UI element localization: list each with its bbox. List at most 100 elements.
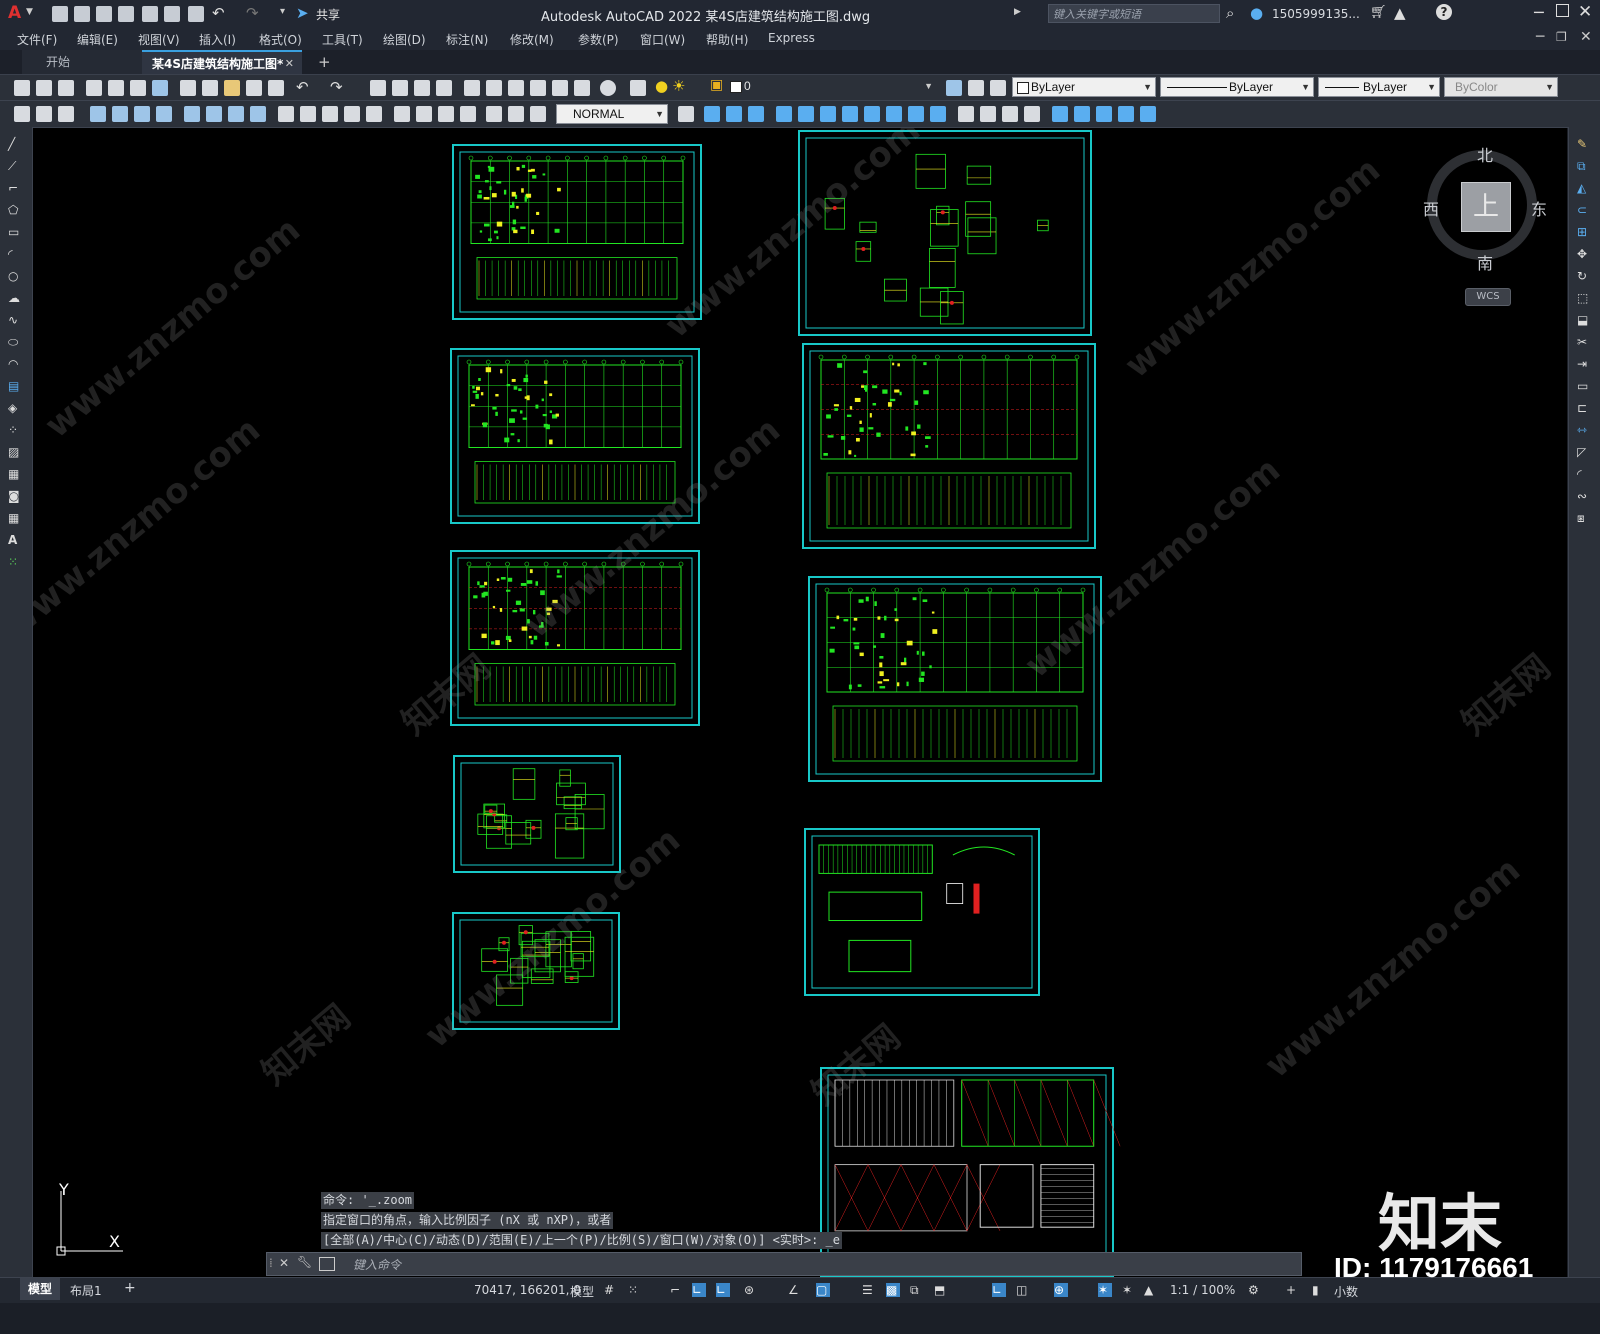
tab-start[interactable]: 开始 <box>22 50 152 74</box>
menu-view[interactable]: 视图(V) <box>138 31 180 48</box>
markup-icon[interactable] <box>552 80 568 96</box>
menu-express[interactable]: Express <box>768 31 815 45</box>
circle-icon[interactable]: ○ <box>8 269 24 285</box>
array-icon[interactable]: ⊞ <box>1577 225 1593 241</box>
drawing-sheet[interactable] <box>820 1067 1121 1277</box>
annotation-visibility-icon[interactable]: ✶ <box>1098 1283 1112 1297</box>
menu-format[interactable]: 格式(O) <box>259 31 302 48</box>
menu-parametric[interactable]: 参数(P) <box>578 31 619 48</box>
conceptual-style-icon[interactable] <box>1024 106 1040 122</box>
solid-wedge-icon[interactable] <box>726 106 742 122</box>
ucs-icon[interactable] <box>1052 106 1068 122</box>
quick-dim-icon[interactable] <box>278 106 294 122</box>
layout-tab-model[interactable]: 模型 <box>20 1278 61 1300</box>
new-tab-button[interactable]: + <box>318 53 331 71</box>
menu-edit[interactable]: 编辑(E) <box>77 31 118 48</box>
minimize-icon[interactable]: ─ <box>1534 3 1544 22</box>
hatch-icon[interactable]: ▨ <box>8 445 24 461</box>
realistic-style-icon[interactable] <box>1002 106 1018 122</box>
design-center-icon[interactable] <box>486 80 502 96</box>
jogged-linear-icon[interactable] <box>460 106 476 122</box>
undo-icon[interactable]: ↶ <box>212 4 225 22</box>
break-icon[interactable]: ⊏ <box>1577 401 1593 417</box>
layer-on-icon[interactable]: ● <box>655 77 668 95</box>
save-icon[interactable] <box>58 80 74 96</box>
dim-space-icon[interactable] <box>344 106 360 122</box>
dynamic-ucs-icon[interactable]: ∟ <box>992 1283 1006 1297</box>
drawing-sheet[interactable] <box>450 348 700 524</box>
autodesk-app-icon[interactable]: ▲ <box>1394 4 1406 22</box>
insert-block-icon[interactable]: ▤ <box>8 379 24 395</box>
erase-icon[interactable]: ✎ <box>1577 137 1593 153</box>
baseline-dim-icon[interactable] <box>300 106 316 122</box>
redo-icon[interactable]: ↷ <box>330 78 343 96</box>
lineweight-dropdown[interactable]: ByLayer ▼ <box>1318 77 1440 97</box>
intersect-icon[interactable] <box>930 106 946 122</box>
wcs-menu-button[interactable]: WCS <box>1465 288 1511 306</box>
compass-west[interactable]: 西 <box>1423 196 1439 220</box>
viewcube-top-face[interactable]: 上 <box>1461 182 1511 232</box>
copy-object-icon[interactable]: ⧉ <box>1577 159 1593 175</box>
layout-tab-layout1[interactable]: 布局1 <box>70 1282 102 1299</box>
make-current-layer-icon[interactable] <box>946 80 962 96</box>
ucs-face-icon[interactable] <box>1096 106 1112 122</box>
infer-constraints-icon[interactable]: ⌐ <box>670 1283 684 1297</box>
stretch-icon[interactable]: ⬓ <box>1577 313 1593 329</box>
transparency-icon[interactable]: ▩ <box>886 1283 900 1297</box>
command-input[interactable] <box>351 1256 1315 1274</box>
diameter-dim-icon[interactable] <box>228 106 244 122</box>
loft-icon[interactable] <box>842 106 858 122</box>
command-grip-icon[interactable]: ⁞ <box>269 1256 273 1270</box>
polar-tracking-icon[interactable]: ∟ <box>716 1283 730 1297</box>
drawing-sheet[interactable] <box>450 550 700 726</box>
menu-window[interactable]: 窗口(W) <box>640 31 685 48</box>
blend-curves-icon[interactable]: ∾ <box>1577 489 1593 505</box>
open-icon[interactable] <box>36 80 52 96</box>
dim-update-icon[interactable] <box>530 106 546 122</box>
compass-north[interactable]: 北 <box>1477 142 1493 166</box>
compass-east[interactable]: 东 <box>1531 196 1547 220</box>
layer-dropdown[interactable]: 0 ▼ <box>726 77 936 97</box>
quickcalc-icon[interactable] <box>574 80 590 96</box>
sheet-set-icon[interactable] <box>530 80 546 96</box>
properties-icon[interactable] <box>464 80 480 96</box>
text-style-icon[interactable] <box>14 106 30 122</box>
table-style-icon[interactable] <box>58 106 74 122</box>
drawing-sheet[interactable] <box>804 828 1040 996</box>
continue-dim-icon[interactable] <box>322 106 338 122</box>
model-space-toggle[interactable]: 模型 <box>570 1283 594 1300</box>
open-web-icon[interactable] <box>142 6 158 22</box>
polyline-icon[interactable]: ⌐ <box>8 181 24 197</box>
compass-south[interactable]: 南 <box>1477 250 1493 274</box>
workspace-gear-icon[interactable]: ⚙ <box>1248 1283 1262 1297</box>
drawing-sheet[interactable] <box>802 343 1096 549</box>
arc-icon[interactable]: ◜ <box>8 247 24 263</box>
annotation-scale-icon[interactable]: ▲ <box>1144 1283 1158 1297</box>
grid-icon[interactable]: # <box>604 1283 618 1297</box>
selection-filter-icon[interactable]: ◫ <box>1016 1283 1030 1297</box>
customize-icon[interactable]: 🔧︎ <box>297 1255 312 1269</box>
dim-style-dropdown[interactable]: NORMAL ▼ <box>556 104 668 124</box>
maximize-icon[interactable] <box>1556 4 1569 17</box>
search-expand-icon[interactable]: ▶ <box>1014 7 1021 17</box>
gradient-icon[interactable]: ▦ <box>8 467 24 483</box>
model-space-canvas[interactable]: 上 北 南 西 东 WCS Y X www.znzmo.com www.znzm… <box>33 128 1567 1278</box>
hidden-style-icon[interactable] <box>980 106 996 122</box>
snap-icon[interactable]: ⁙ <box>628 1283 642 1297</box>
plot-icon[interactable] <box>188 6 204 22</box>
construction-line-icon[interactable]: ⟋ <box>8 159 24 175</box>
units-value[interactable]: 小数 <box>1334 1283 1358 1300</box>
menu-help[interactable]: 帮助(H) <box>706 31 748 48</box>
gizmo-icon[interactable]: ⊕ <box>1054 1283 1068 1297</box>
doc-minimize-icon[interactable]: ─ <box>1536 29 1544 45</box>
save-web-icon[interactable] <box>164 6 180 22</box>
extend-icon[interactable]: ⇥ <box>1577 357 1593 373</box>
zoom-previous-icon[interactable] <box>436 80 452 96</box>
zoom-realtime-icon[interactable] <box>392 80 408 96</box>
plot-preview-icon[interactable] <box>108 80 124 96</box>
undo-icon[interactable]: ↶ <box>296 78 309 96</box>
ucs-view-icon[interactable] <box>1140 106 1156 122</box>
menu-modify[interactable]: 修改(M) <box>510 31 554 48</box>
linear-dim-icon[interactable] <box>90 106 106 122</box>
color-dropdown[interactable]: ByLayer ▼ <box>1012 77 1156 97</box>
